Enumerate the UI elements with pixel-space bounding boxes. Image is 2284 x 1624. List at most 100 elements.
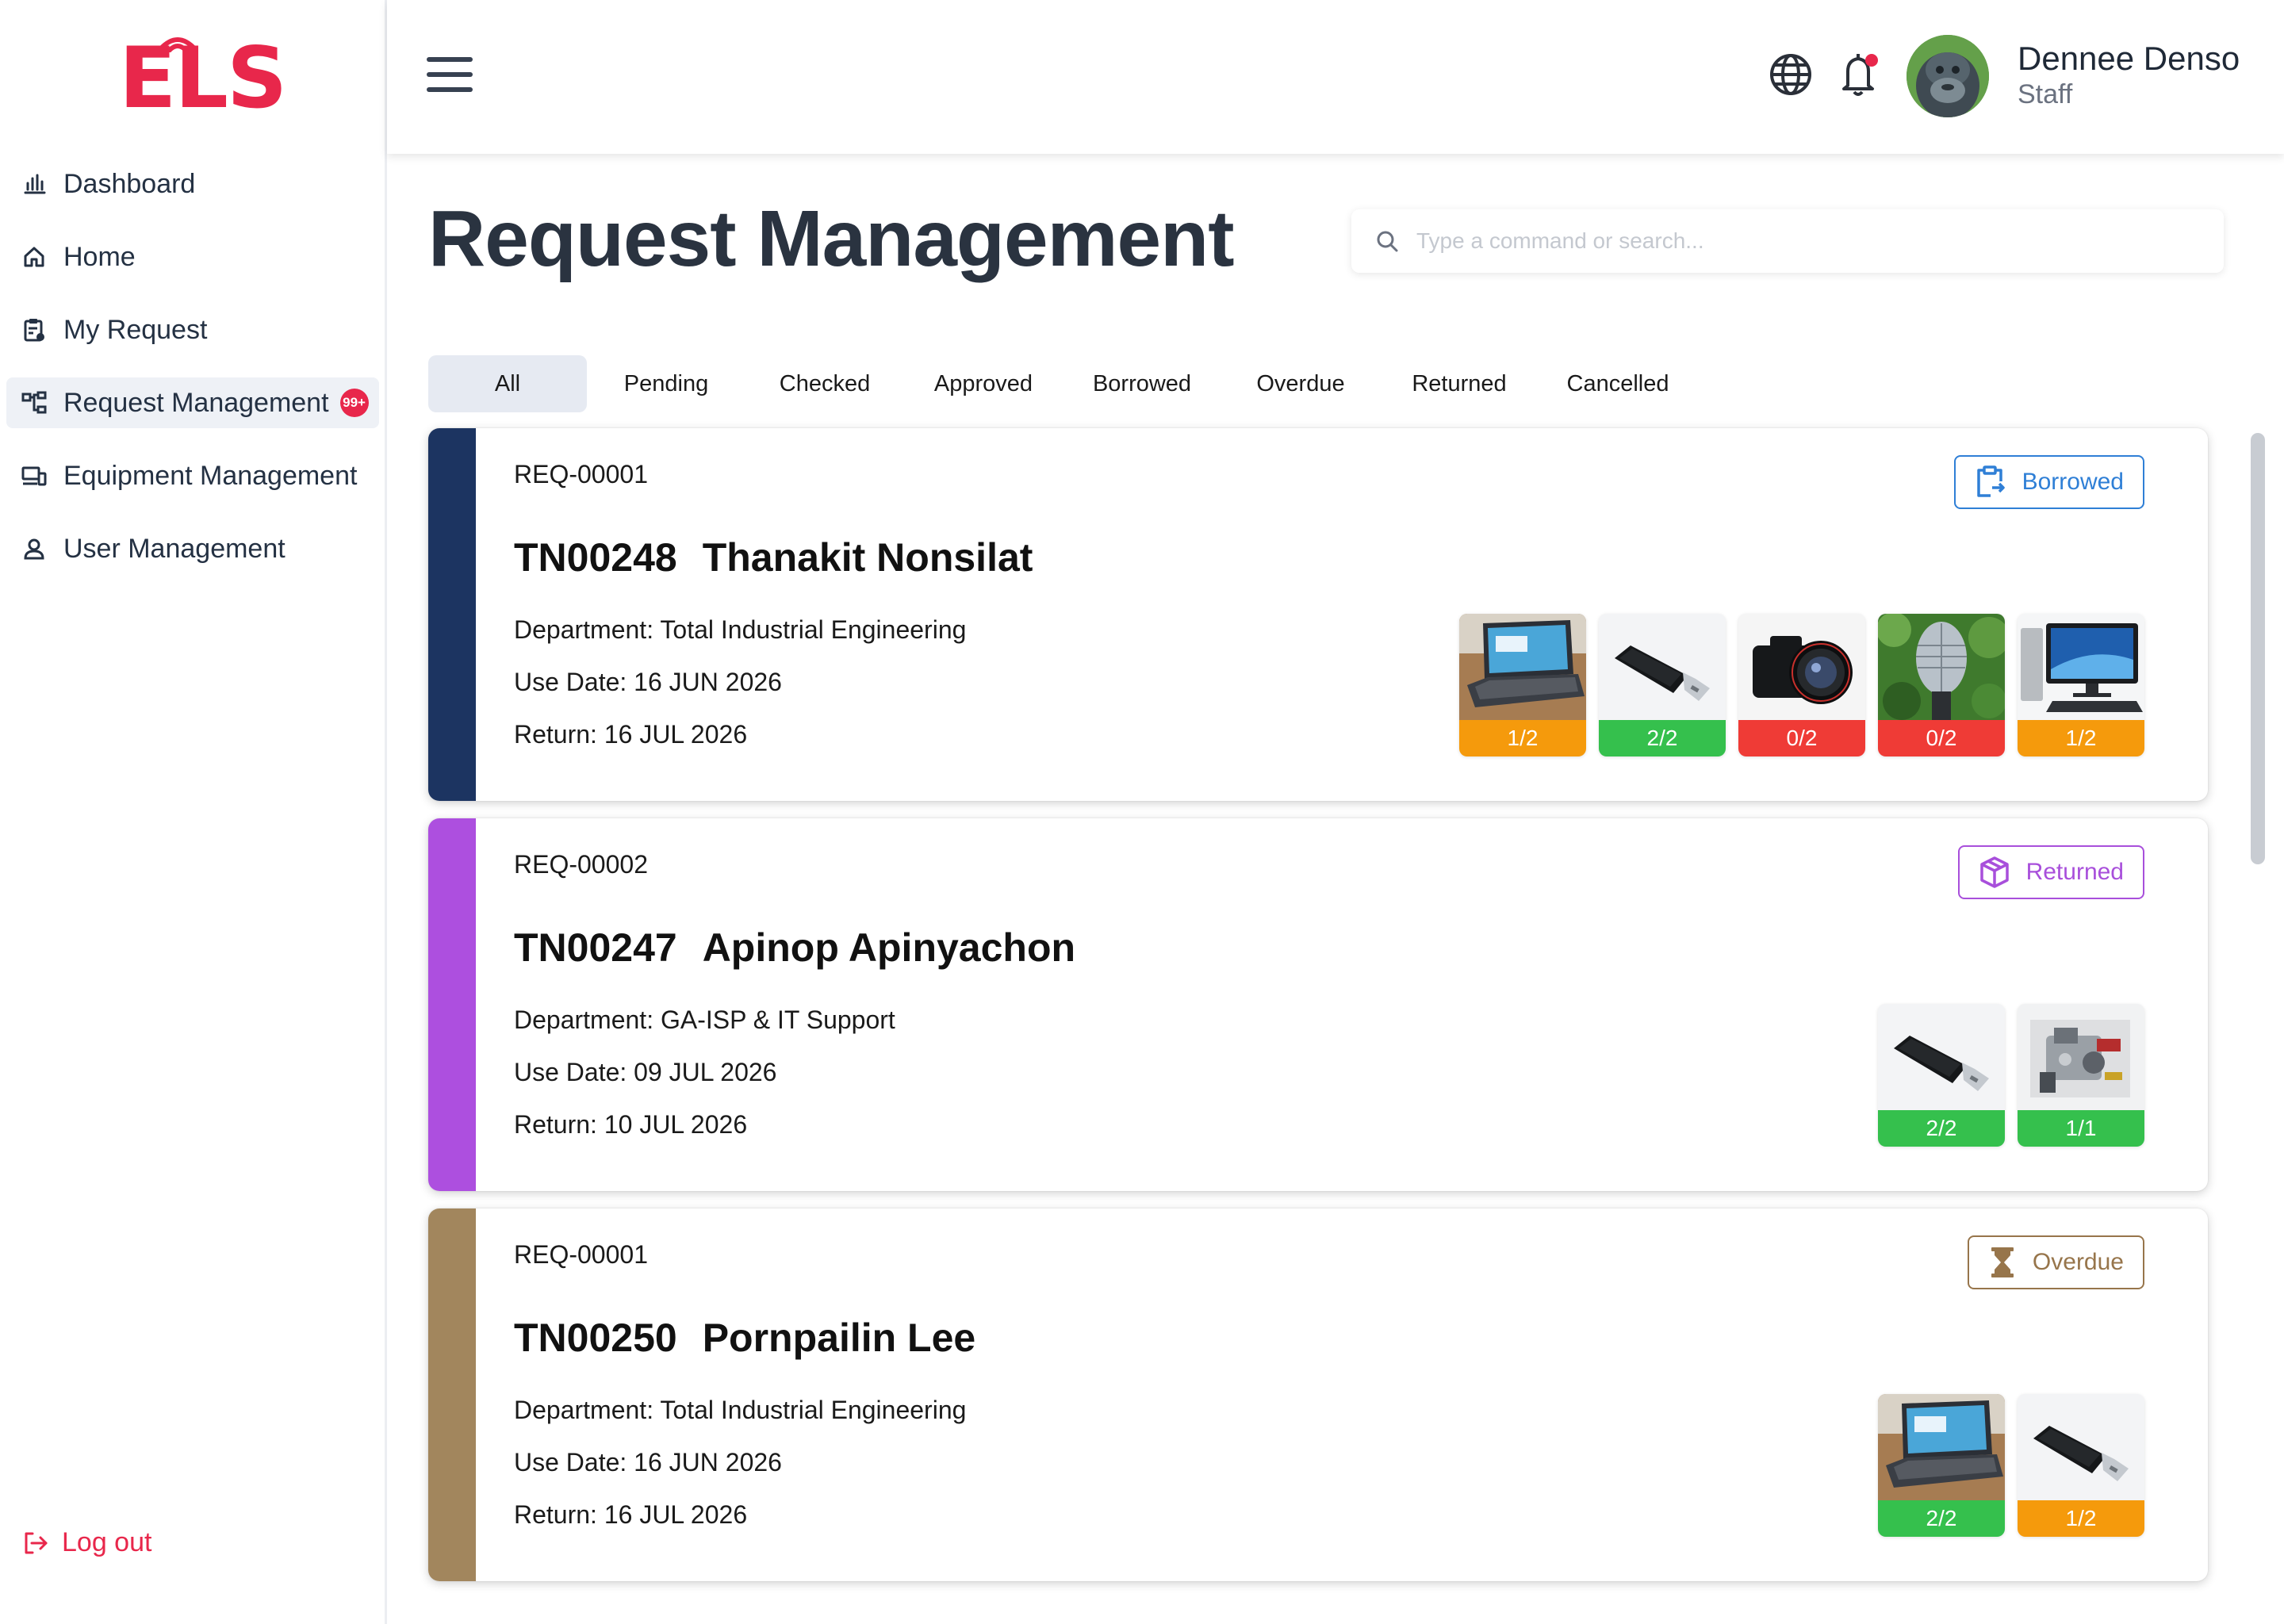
tab-checked[interactable]: Checked: [745, 355, 904, 412]
search-box[interactable]: [1351, 209, 2224, 273]
card-status-stripe: [428, 428, 476, 801]
user-icon: [21, 535, 48, 562]
app-logo[interactable]: ELS: [119, 29, 287, 127]
usb-drive-icon: [2018, 1394, 2144, 1500]
equipment-item[interactable]: 1/2: [2018, 614, 2144, 756]
return-date: Return: 16 JUL 2026: [514, 1500, 748, 1529]
sidebar-item-label: Home: [63, 241, 136, 272]
return-date: Return: 10 JUL 2026: [514, 1110, 748, 1139]
tab-returned[interactable]: Returned: [1380, 355, 1539, 412]
status-badge[interactable]: Overdue: [1967, 1235, 2144, 1289]
equipment-count: 0/2: [1878, 720, 2005, 756]
status-label: Returned: [2025, 859, 2124, 885]
sidebar-nav: Dashboard Home My Request Request Manage…: [6, 159, 379, 596]
request-id: REQ-00001: [514, 1240, 648, 1269]
sidebar: ELS Dashboard Home My Request Request Ma…: [0, 0, 387, 1624]
clipboard-transfer-icon: [1975, 465, 2006, 499]
sidebar-item-user-management[interactable]: User Management: [6, 523, 379, 574]
hamburger-line: [427, 87, 473, 92]
employee-name: Apinop Apinyachon: [702, 925, 1076, 970]
gorilla-avatar-icon: [1907, 35, 1989, 117]
bell-icon: [1842, 54, 1878, 96]
request-id: REQ-00002: [514, 850, 648, 879]
equipment-item[interactable]: 2/2: [1599, 614, 1726, 756]
employee-heading: TN00250 Pornpailin Lee: [514, 1315, 1001, 1361]
tab-borrowed[interactable]: Borrowed: [1063, 355, 1221, 412]
notifications-button[interactable]: [1837, 49, 1881, 104]
logout-button[interactable]: Log out: [22, 1527, 151, 1558]
employee-code: TN00250: [514, 1316, 677, 1360]
equipment-item[interactable]: 1/2: [1459, 614, 1586, 756]
microphone-icon: [1878, 614, 2005, 720]
sidebar-item-home[interactable]: Home: [6, 232, 379, 282]
hamburger-line: [427, 57, 473, 62]
equipment-count: 2/2: [1878, 1500, 2005, 1537]
usb-drive-icon: [1599, 614, 1726, 720]
employee-name: Thanakit Nonsilat: [702, 535, 1033, 580]
equipment-count: 1/2: [2018, 1500, 2144, 1537]
equipment-count: 2/2: [1878, 1110, 2005, 1147]
status-label: Borrowed: [2021, 469, 2124, 495]
tab-pending[interactable]: Pending: [587, 355, 745, 412]
clipboard-icon: [21, 316, 48, 343]
language-button[interactable]: [1769, 52, 1813, 101]
scrollbar[interactable]: [2251, 433, 2265, 864]
camera-icon: [1738, 614, 1865, 720]
logout-icon: [22, 1530, 49, 1557]
department: Department: Total Industrial Engineering: [514, 1396, 967, 1424]
equipment-count: 0/2: [1738, 720, 1865, 756]
top-bar: Dennee Denso Staff: [387, 0, 2284, 154]
use-date: Use Date: 16 JUN 2026: [514, 1448, 782, 1477]
package-icon: [1979, 856, 2010, 889]
equipment-item[interactable]: 0/2: [1878, 614, 2005, 756]
user-name: Dennee Denso: [2018, 40, 2240, 77]
equipment-list: 2/2 1/2: [1878, 1394, 2144, 1537]
tab-overdue[interactable]: Overdue: [1221, 355, 1380, 412]
home-icon: [21, 243, 48, 270]
avatar[interactable]: [1907, 35, 1989, 117]
request-card[interactable]: REQ-00002 TN00247 Apinop Apinyachon Depar…: [428, 818, 2208, 1191]
equipment-count: 1/2: [2018, 720, 2144, 756]
equipment-item[interactable]: 2/2: [1878, 1394, 2005, 1537]
equipment-list: 1/2 2/2 0/2 0/2 1/2: [1459, 614, 2144, 756]
desktop-computer-icon: [2018, 614, 2144, 720]
request-id: REQ-00001: [514, 460, 648, 488]
sidebar-item-label: Dashboard: [63, 168, 196, 199]
tab-all[interactable]: All: [428, 355, 587, 412]
tab-cancelled[interactable]: Cancelled: [1539, 355, 1697, 412]
employee-heading: TN00248 Thanakit Nonsilat: [514, 534, 1058, 580]
hamburger-line: [427, 72, 473, 77]
sidebar-item-dashboard[interactable]: Dashboard: [6, 159, 379, 209]
equipment-item[interactable]: 1/2: [2018, 1394, 2144, 1537]
equipment-item[interactable]: 0/2: [1738, 614, 1865, 756]
laptop-icon: [1459, 614, 1586, 720]
status-badge[interactable]: Borrowed: [1953, 455, 2144, 509]
card-status-stripe: [428, 818, 476, 1191]
equipment-item[interactable]: 1/1: [2018, 1004, 2144, 1147]
sidebar-item-equipment-management[interactable]: Equipment Management: [6, 450, 379, 501]
sidebar-item-label: User Management: [63, 533, 286, 564]
status-tabs: All Pending Checked Approved Borrowed Ov…: [428, 355, 1697, 412]
request-card[interactable]: REQ-00001 TN00248 Thanakit Nonsilat Depar…: [428, 428, 2208, 801]
department: Department: GA-ISP & IT Support: [514, 1005, 895, 1034]
search-icon: [1377, 231, 1398, 252]
sidebar-item-label: Equipment Management: [63, 460, 358, 491]
signal-icon: [158, 37, 197, 52]
menu-toggle-button[interactable]: [427, 57, 473, 94]
logo-text: ELS: [119, 29, 287, 127]
use-date: Use Date: 16 JUN 2026: [514, 668, 782, 696]
request-card[interactable]: REQ-00001 TN00250 Pornpailin Lee Departme…: [428, 1208, 2208, 1581]
equipment-list: 2/2 1/1: [1878, 1004, 2144, 1147]
hierarchy-icon: [21, 389, 48, 416]
equipment-item[interactable]: 2/2: [1878, 1004, 2005, 1147]
equipment-count: 1/1: [2018, 1110, 2144, 1147]
sidebar-item-label: My Request: [63, 314, 208, 345]
user-role: Staff: [2018, 79, 2073, 109]
sidebar-item-request-management[interactable]: Request Management 99+: [6, 377, 379, 428]
search-input[interactable]: [1415, 228, 2176, 255]
notification-badge: 99+: [339, 389, 369, 417]
status-badge[interactable]: Returned: [1957, 845, 2144, 899]
tab-approved[interactable]: Approved: [904, 355, 1063, 412]
sidebar-item-my-request[interactable]: My Request: [6, 304, 379, 355]
machine-part-icon: [2018, 1004, 2144, 1110]
